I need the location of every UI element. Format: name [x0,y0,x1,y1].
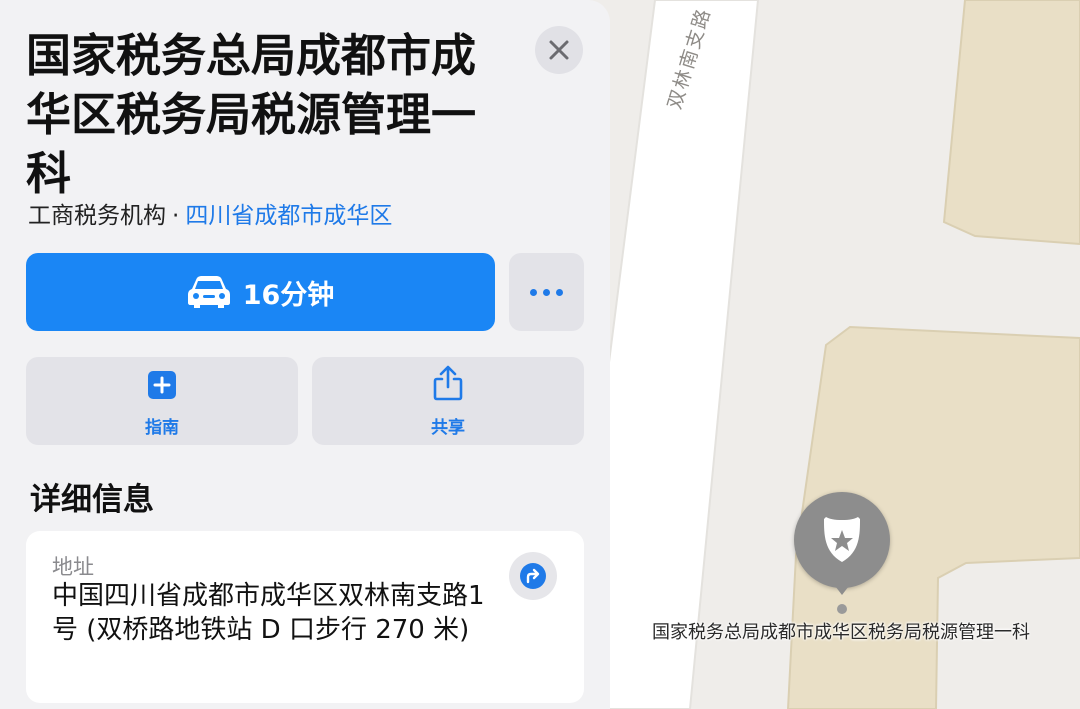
address-directions-button[interactable] [509,552,557,600]
close-button[interactable] [535,26,583,74]
car-icon [187,276,230,308]
police-badge-star-icon [824,517,860,562]
more-button[interactable] [509,253,584,331]
guide-label: 指南 [145,418,179,438]
close-icon [549,40,569,60]
ellipsis-icon [530,288,537,296]
building-top-right [942,0,1080,246]
place-title: 国家税务总局成都市成华区税务局税源管理一科 [26,29,477,200]
ellipsis-dot [543,288,550,296]
region-link[interactable]: 四川省成都市成华区 [185,203,392,229]
place-subtitle: 工商税务机构 · 四川省成都市成华区 [28,196,392,230]
details-section-title: 详细信息 [30,482,154,518]
share-icon [433,365,463,401]
turn-right-arrow-icon [520,563,546,589]
share-button[interactable]: 共享 [312,357,584,445]
place-card-sheet: 国家税务总局成都市成华区税务局税源管理一科 工商税务机构 · 四川省成都市成华区 1… [0,0,610,709]
pin-location-dot [837,604,847,614]
ellipsis-dot [556,288,563,296]
address-label: 地址 [52,555,94,579]
share-label: 共享 [431,418,465,438]
guide-button[interactable]: 指南 [26,357,298,445]
address-value: 中国四川省成都市成华区双林南支路1号 (双桥路地铁站 D 口步行 270 米) [52,581,485,645]
drive-directions-button[interactable]: 16分钟 [26,253,495,331]
place-category: 工商税务机构 [28,203,166,229]
subtitle-separator: · [172,203,180,229]
pin-tip [832,582,852,595]
address-card[interactable]: 地址 中国四川省成都市成华区双林南支路1号 (双桥路地铁站 D 口步行 270 … [26,531,584,703]
drive-time: 16分钟 [242,279,335,311]
plus-square-icon [148,371,176,399]
pin-label[interactable]: 国家税务总局成都市成华区税务局税源管理一科 [652,618,1030,644]
place-pin[interactable] [794,492,890,588]
